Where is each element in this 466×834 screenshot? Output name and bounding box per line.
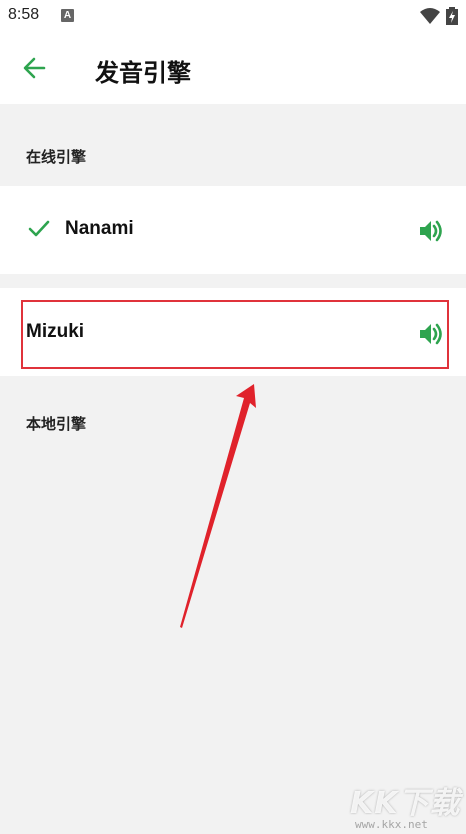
status-time: 8:58 bbox=[8, 6, 40, 23]
back-arrow-icon bbox=[23, 57, 46, 79]
back-button[interactable] bbox=[18, 52, 54, 84]
watermark-logo: KK下载 bbox=[350, 786, 461, 821]
engine-row-nanami[interactable]: Nanami bbox=[0, 186, 466, 274]
section-header-online: 在线引擎 bbox=[26, 148, 87, 166]
check-icon bbox=[28, 220, 50, 237]
page-title: 发音引擎 bbox=[95, 59, 191, 87]
section-header-local: 本地引擎 bbox=[26, 415, 87, 433]
watermark-url: www.kkx.net bbox=[355, 818, 428, 831]
play-sample-button[interactable] bbox=[418, 217, 446, 245]
status-bar: 8:58 A bbox=[0, 0, 466, 32]
speaker-icon bbox=[420, 220, 442, 242]
status-icons bbox=[420, 7, 458, 25]
engine-name: Nanami bbox=[65, 218, 134, 239]
wifi-icon bbox=[420, 8, 440, 24]
highlight-box bbox=[21, 300, 449, 369]
notification-a-icon: A bbox=[61, 9, 74, 22]
battery-icon bbox=[446, 7, 458, 25]
app-bar: 发音引擎 bbox=[0, 32, 466, 104]
